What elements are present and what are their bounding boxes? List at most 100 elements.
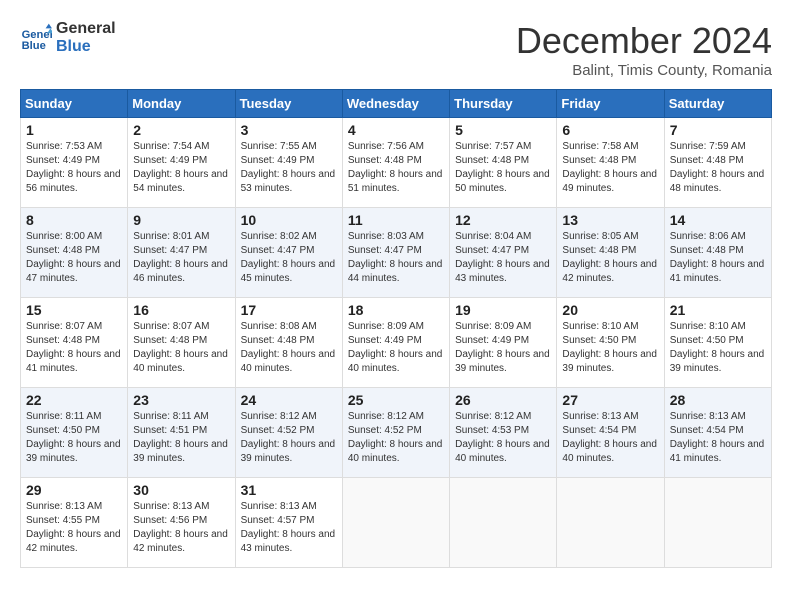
day-number: 26 bbox=[455, 392, 551, 408]
day-number: 11 bbox=[348, 212, 444, 228]
calendar-day-cell: 19 Sunrise: 8:09 AM Sunset: 4:49 PM Dayl… bbox=[450, 298, 557, 388]
calendar-week-row: 15 Sunrise: 8:07 AM Sunset: 4:48 PM Dayl… bbox=[21, 298, 772, 388]
day-number: 10 bbox=[241, 212, 337, 228]
day-number: 30 bbox=[133, 482, 229, 498]
day-info: Sunrise: 8:02 AM Sunset: 4:47 PM Dayligh… bbox=[241, 230, 337, 286]
day-number: 2 bbox=[133, 122, 229, 138]
calendar-day-cell: 27 Sunrise: 8:13 AM Sunset: 4:54 PM Dayl… bbox=[557, 388, 664, 478]
day-number: 14 bbox=[670, 212, 766, 228]
calendar-day-cell: 23 Sunrise: 8:11 AM Sunset: 4:51 PM Dayl… bbox=[128, 388, 235, 478]
day-number: 7 bbox=[670, 122, 766, 138]
calendar-week-row: 29 Sunrise: 8:13 AM Sunset: 4:55 PM Dayl… bbox=[21, 478, 772, 568]
calendar-day-cell: 14 Sunrise: 8:06 AM Sunset: 4:48 PM Dayl… bbox=[664, 208, 771, 298]
day-number: 9 bbox=[133, 212, 229, 228]
day-info: Sunrise: 8:12 AM Sunset: 4:52 PM Dayligh… bbox=[348, 410, 444, 466]
calendar-day-cell: 26 Sunrise: 8:12 AM Sunset: 4:53 PM Dayl… bbox=[450, 388, 557, 478]
calendar-day-cell: 24 Sunrise: 8:12 AM Sunset: 4:52 PM Dayl… bbox=[235, 388, 342, 478]
day-number: 22 bbox=[26, 392, 122, 408]
day-info: Sunrise: 8:01 AM Sunset: 4:47 PM Dayligh… bbox=[133, 230, 229, 286]
day-number: 4 bbox=[348, 122, 444, 138]
logo-line1: General bbox=[56, 20, 116, 38]
location-subtitle: Balint, Timis County, Romania bbox=[516, 62, 772, 79]
day-number: 17 bbox=[241, 302, 337, 318]
day-number: 28 bbox=[670, 392, 766, 408]
day-number: 19 bbox=[455, 302, 551, 318]
day-number: 31 bbox=[241, 482, 337, 498]
calendar-body: 1 Sunrise: 7:53 AM Sunset: 4:49 PM Dayli… bbox=[21, 118, 772, 568]
calendar-day-cell: 7 Sunrise: 7:59 AM Sunset: 4:48 PM Dayli… bbox=[664, 118, 771, 208]
day-info: Sunrise: 8:13 AM Sunset: 4:57 PM Dayligh… bbox=[241, 500, 337, 556]
day-number: 24 bbox=[241, 392, 337, 408]
day-number: 16 bbox=[133, 302, 229, 318]
svg-text:General: General bbox=[22, 29, 52, 41]
calendar-day-cell: 25 Sunrise: 8:12 AM Sunset: 4:52 PM Dayl… bbox=[342, 388, 449, 478]
day-info: Sunrise: 7:55 AM Sunset: 4:49 PM Dayligh… bbox=[241, 140, 337, 196]
day-info: Sunrise: 7:59 AM Sunset: 4:48 PM Dayligh… bbox=[670, 140, 766, 196]
day-info: Sunrise: 8:13 AM Sunset: 4:54 PM Dayligh… bbox=[562, 410, 658, 466]
page-header: General Blue General Blue December 2024 … bbox=[20, 20, 772, 79]
day-number: 1 bbox=[26, 122, 122, 138]
day-info: Sunrise: 8:03 AM Sunset: 4:47 PM Dayligh… bbox=[348, 230, 444, 286]
day-number: 21 bbox=[670, 302, 766, 318]
day-number: 20 bbox=[562, 302, 658, 318]
day-number: 13 bbox=[562, 212, 658, 228]
day-info: Sunrise: 7:54 AM Sunset: 4:49 PM Dayligh… bbox=[133, 140, 229, 196]
day-info: Sunrise: 8:11 AM Sunset: 4:51 PM Dayligh… bbox=[133, 410, 229, 466]
calendar-day-cell: 30 Sunrise: 8:13 AM Sunset: 4:56 PM Dayl… bbox=[128, 478, 235, 568]
weekday-header-cell: Friday bbox=[557, 90, 664, 118]
day-number: 25 bbox=[348, 392, 444, 408]
day-info: Sunrise: 8:10 AM Sunset: 4:50 PM Dayligh… bbox=[670, 320, 766, 376]
day-info: Sunrise: 7:53 AM Sunset: 4:49 PM Dayligh… bbox=[26, 140, 122, 196]
day-info: Sunrise: 8:10 AM Sunset: 4:50 PM Dayligh… bbox=[562, 320, 658, 376]
calendar-day-cell: 22 Sunrise: 8:11 AM Sunset: 4:50 PM Dayl… bbox=[21, 388, 128, 478]
weekday-header-cell: Wednesday bbox=[342, 90, 449, 118]
logo: General Blue General Blue bbox=[20, 20, 116, 55]
day-number: 6 bbox=[562, 122, 658, 138]
weekday-header-cell: Sunday bbox=[21, 90, 128, 118]
day-info: Sunrise: 8:07 AM Sunset: 4:48 PM Dayligh… bbox=[133, 320, 229, 376]
day-info: Sunrise: 8:06 AM Sunset: 4:48 PM Dayligh… bbox=[670, 230, 766, 286]
day-info: Sunrise: 8:08 AM Sunset: 4:48 PM Dayligh… bbox=[241, 320, 337, 376]
day-info: Sunrise: 8:00 AM Sunset: 4:48 PM Dayligh… bbox=[26, 230, 122, 286]
day-info: Sunrise: 8:07 AM Sunset: 4:48 PM Dayligh… bbox=[26, 320, 122, 376]
logo-line2: Blue bbox=[56, 38, 116, 56]
calendar-day-cell: 11 Sunrise: 8:03 AM Sunset: 4:47 PM Dayl… bbox=[342, 208, 449, 298]
weekday-header-cell: Tuesday bbox=[235, 90, 342, 118]
day-info: Sunrise: 8:13 AM Sunset: 4:56 PM Dayligh… bbox=[133, 500, 229, 556]
calendar-day-cell: 16 Sunrise: 8:07 AM Sunset: 4:48 PM Dayl… bbox=[128, 298, 235, 388]
calendar-table: SundayMondayTuesdayWednesdayThursdayFrid… bbox=[20, 89, 772, 568]
weekday-header-cell: Saturday bbox=[664, 90, 771, 118]
day-number: 27 bbox=[562, 392, 658, 408]
calendar-day-cell: 20 Sunrise: 8:10 AM Sunset: 4:50 PM Dayl… bbox=[557, 298, 664, 388]
day-info: Sunrise: 8:05 AM Sunset: 4:48 PM Dayligh… bbox=[562, 230, 658, 286]
day-number: 5 bbox=[455, 122, 551, 138]
calendar-day-cell: 2 Sunrise: 7:54 AM Sunset: 4:49 PM Dayli… bbox=[128, 118, 235, 208]
calendar-day-cell: 28 Sunrise: 8:13 AM Sunset: 4:54 PM Dayl… bbox=[664, 388, 771, 478]
day-info: Sunrise: 8:13 AM Sunset: 4:55 PM Dayligh… bbox=[26, 500, 122, 556]
day-info: Sunrise: 7:56 AM Sunset: 4:48 PM Dayligh… bbox=[348, 140, 444, 196]
day-info: Sunrise: 8:09 AM Sunset: 4:49 PM Dayligh… bbox=[455, 320, 551, 376]
calendar-week-row: 8 Sunrise: 8:00 AM Sunset: 4:48 PM Dayli… bbox=[21, 208, 772, 298]
calendar-day-cell: 31 Sunrise: 8:13 AM Sunset: 4:57 PM Dayl… bbox=[235, 478, 342, 568]
day-number: 18 bbox=[348, 302, 444, 318]
calendar-day-cell: 9 Sunrise: 8:01 AM Sunset: 4:47 PM Dayli… bbox=[128, 208, 235, 298]
calendar-day-cell: 13 Sunrise: 8:05 AM Sunset: 4:48 PM Dayl… bbox=[557, 208, 664, 298]
day-info: Sunrise: 8:09 AM Sunset: 4:49 PM Dayligh… bbox=[348, 320, 444, 376]
day-number: 12 bbox=[455, 212, 551, 228]
calendar-day-cell bbox=[450, 478, 557, 568]
month-title: December 2024 bbox=[516, 20, 772, 62]
calendar-day-cell: 6 Sunrise: 7:58 AM Sunset: 4:48 PM Dayli… bbox=[557, 118, 664, 208]
day-number: 15 bbox=[26, 302, 122, 318]
svg-text:Blue: Blue bbox=[22, 40, 46, 52]
day-info: Sunrise: 8:04 AM Sunset: 4:47 PM Dayligh… bbox=[455, 230, 551, 286]
calendar-day-cell: 21 Sunrise: 8:10 AM Sunset: 4:50 PM Dayl… bbox=[664, 298, 771, 388]
day-info: Sunrise: 7:58 AM Sunset: 4:48 PM Dayligh… bbox=[562, 140, 658, 196]
calendar-day-cell bbox=[664, 478, 771, 568]
logo-icon: General Blue bbox=[20, 22, 52, 54]
day-number: 8 bbox=[26, 212, 122, 228]
calendar-day-cell bbox=[557, 478, 664, 568]
day-info: Sunrise: 7:57 AM Sunset: 4:48 PM Dayligh… bbox=[455, 140, 551, 196]
weekday-header-row: SundayMondayTuesdayWednesdayThursdayFrid… bbox=[21, 90, 772, 118]
calendar-day-cell: 8 Sunrise: 8:00 AM Sunset: 4:48 PM Dayli… bbox=[21, 208, 128, 298]
day-info: Sunrise: 8:12 AM Sunset: 4:53 PM Dayligh… bbox=[455, 410, 551, 466]
